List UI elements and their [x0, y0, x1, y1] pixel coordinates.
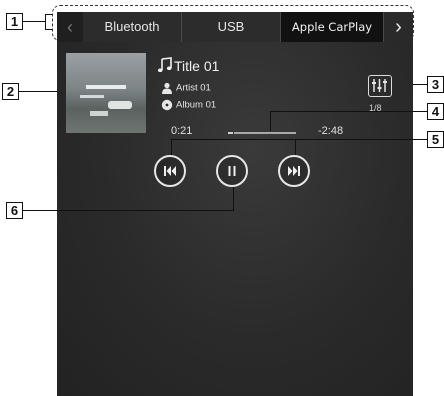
chevron-left-icon: ‹ [67, 17, 73, 37]
callout-3: 3 [427, 76, 444, 93]
progress-bar[interactable] [234, 132, 296, 134]
artist-name: Artist 01 [176, 82, 211, 94]
callout-6-rise [233, 187, 234, 210]
skip-previous-icon [164, 166, 176, 176]
chevron-right-icon: › [395, 16, 402, 38]
sound-settings-button[interactable] [368, 75, 392, 97]
album-row: Album 01 [161, 99, 216, 111]
track-title: Title 01 [174, 58, 220, 74]
person-icon [162, 82, 172, 94]
callout-6-line [23, 210, 234, 211]
callout-5: 5 [427, 131, 444, 148]
media-player-screen: Title 01 Artist 01 Album 01 1/8 0:21 -2:… [57, 42, 413, 396]
callout-1-line [23, 21, 45, 22]
tab-usb[interactable]: USB [182, 12, 281, 42]
tab-scroll-left-button[interactable]: ‹ [57, 12, 83, 42]
artist-row: Artist 01 [161, 82, 211, 94]
callout-4: 4 [427, 103, 444, 120]
skip-next-icon [288, 166, 300, 176]
source-tab-bar: ‹ Bluetooth USB Apple CarPlay › [57, 12, 413, 42]
pause-button[interactable] [216, 155, 248, 187]
callout-1-bracket-bottom [45, 29, 52, 30]
progress-fill [228, 132, 233, 134]
tab-apple-carplay[interactable]: Apple CarPlay [281, 12, 384, 42]
disc-icon [161, 99, 173, 111]
pause-icon [228, 166, 236, 176]
elapsed-time: 0:21 [171, 125, 193, 137]
remaining-time: -2:48 [318, 125, 344, 137]
callout-6: 6 [6, 202, 23, 219]
callout-5-line [171, 139, 427, 140]
callout-2: 2 [2, 83, 19, 100]
tab-bluetooth[interactable]: Bluetooth [83, 12, 182, 42]
next-track-button[interactable] [278, 155, 310, 187]
music-note-icon [157, 57, 172, 73]
tab-scroll-right-button[interactable]: › [384, 12, 413, 42]
callout-5-drop-left [171, 139, 172, 155]
album-name: Album 01 [176, 99, 217, 111]
previous-track-button[interactable] [154, 155, 186, 187]
callout-1: 1 [6, 13, 23, 30]
callout-1-bracket [45, 14, 46, 30]
album-art[interactable] [66, 53, 146, 133]
callout-1-bracket-top [45, 14, 52, 15]
callout-5-drop-right [295, 139, 296, 155]
callout-4-drop [270, 111, 271, 131]
callout-4-line [270, 111, 427, 112]
equalizer-icon [372, 79, 387, 92]
